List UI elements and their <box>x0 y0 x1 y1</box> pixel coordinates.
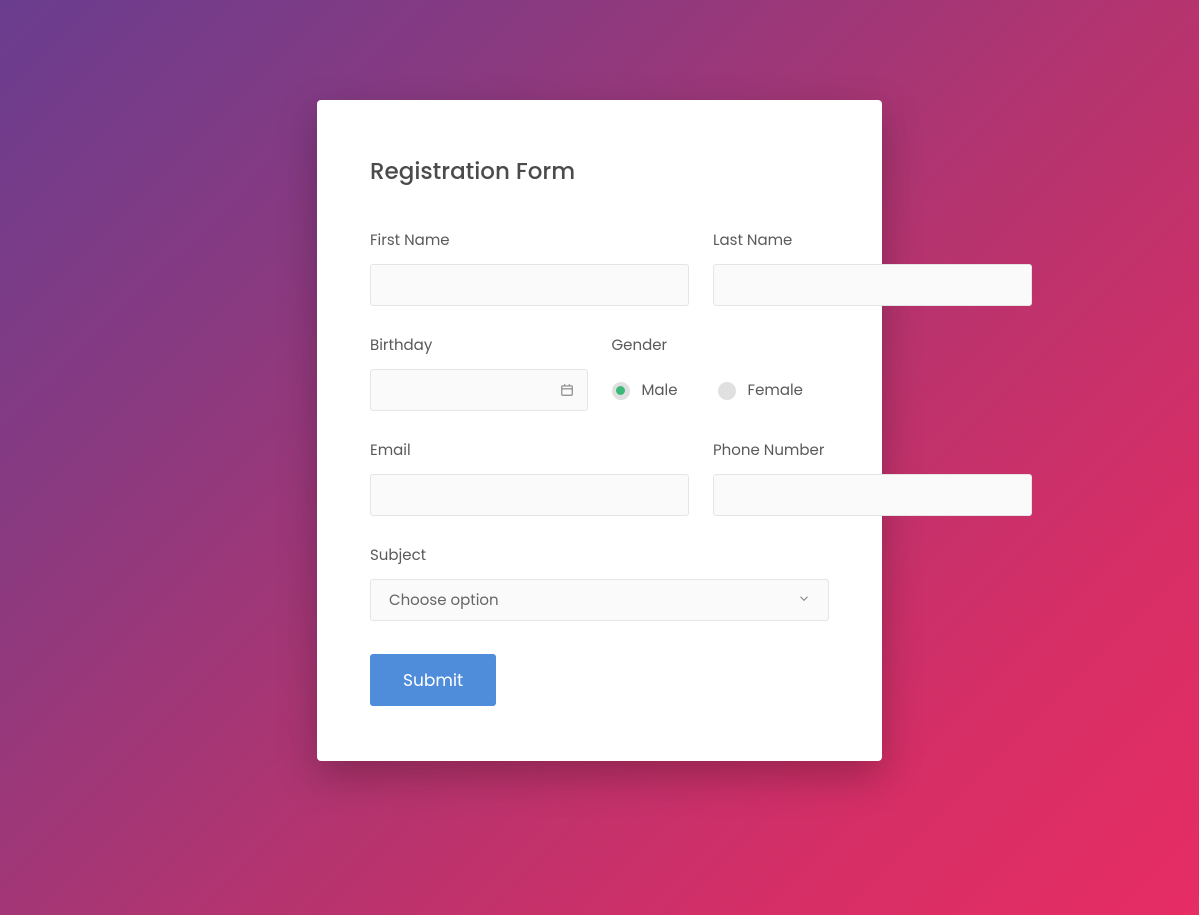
field-email: Email <box>370 439 689 516</box>
gender-female-option[interactable]: Female <box>718 379 803 402</box>
radio-female-circle <box>718 382 736 400</box>
radio-male-label: Male <box>642 379 678 402</box>
email-input[interactable] <box>370 474 689 516</box>
row-birthday-gender: Birthday Gender Male <box>370 334 829 411</box>
birthday-input[interactable] <box>370 369 588 411</box>
field-birthday: Birthday <box>370 334 588 411</box>
last-name-label: Last Name <box>713 229 1032 252</box>
phone-label: Phone Number <box>713 439 1032 462</box>
field-gender: Gender Male Female <box>612 334 830 411</box>
gender-label: Gender <box>612 334 830 357</box>
first-name-label: First Name <box>370 229 689 252</box>
gender-radio-group: Male Female <box>612 379 830 402</box>
subject-label: Subject <box>370 544 829 567</box>
birthday-label: Birthday <box>370 334 588 357</box>
field-phone: Phone Number <box>713 439 1032 516</box>
subject-select[interactable]: Choose option <box>370 579 829 621</box>
submit-button[interactable]: Submit <box>370 654 496 706</box>
subject-select-value: Choose option <box>389 589 499 612</box>
field-subject: Subject Choose option <box>370 544 829 621</box>
radio-female-label: Female <box>748 379 803 402</box>
radio-male-circle <box>612 382 630 400</box>
birthday-input-wrapper <box>370 369 588 411</box>
row-email-phone: Email Phone Number <box>370 439 829 516</box>
row-name: First Name Last Name <box>370 229 829 306</box>
registration-form-card: Registration Form First Name Last Name B… <box>317 100 882 761</box>
phone-input[interactable] <box>713 474 1032 516</box>
field-first-name: First Name <box>370 229 689 306</box>
first-name-input[interactable] <box>370 264 689 306</box>
form-title: Registration Form <box>370 155 829 189</box>
field-last-name: Last Name <box>713 229 1032 306</box>
email-label: Email <box>370 439 689 462</box>
gender-male-option[interactable]: Male <box>612 379 678 402</box>
last-name-input[interactable] <box>713 264 1032 306</box>
subject-select-wrapper: Choose option <box>370 579 829 621</box>
